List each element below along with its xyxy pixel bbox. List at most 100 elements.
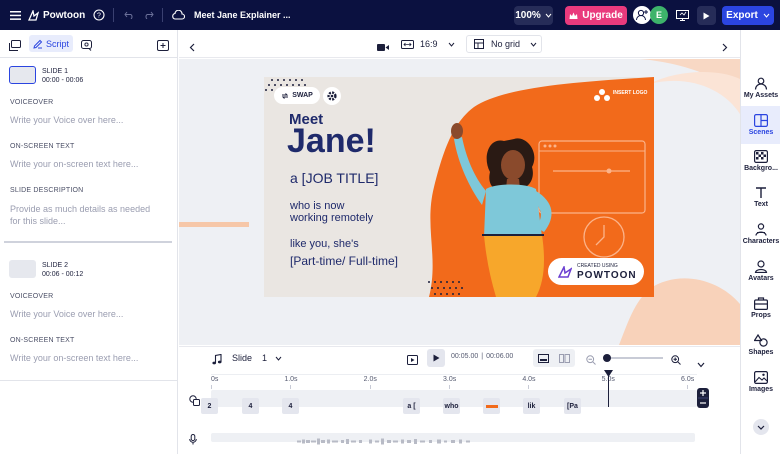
add-slide-icon[interactable] (157, 38, 169, 56)
slide-number-dropdown[interactable]: 1 (256, 350, 288, 366)
ruler-tick-label: 0s (211, 376, 219, 383)
timeline-view-icon[interactable] (538, 353, 549, 363)
microphone-icon[interactable] (189, 432, 197, 450)
tool-text[interactable]: Text (741, 186, 780, 208)
music-icon[interactable] (212, 352, 222, 370)
onscreen-text-input[interactable]: Write your on-screen text here... (10, 158, 170, 170)
help-icon[interactable]: ? (92, 0, 106, 30)
user-add-icon (636, 9, 648, 21)
play-preview-button[interactable] (697, 6, 716, 25)
timeline-element-chip[interactable]: 4 (242, 398, 259, 414)
image-icon (754, 371, 768, 384)
brand-logo[interactable]: Powtoon (28, 0, 88, 30)
chevron-down-icon (545, 13, 552, 18)
ai-assistant-icon[interactable] (81, 38, 93, 56)
timeline-element-chip[interactable]: a [ (403, 398, 420, 414)
tab-script-label: Script (45, 38, 69, 49)
tool-props[interactable]: Props (741, 297, 780, 319)
tool-shapes[interactable]: Shapes (741, 334, 780, 356)
slide-timing-icon[interactable] (407, 352, 418, 370)
shape-element-icon (485, 404, 498, 408)
cloud-save-icon[interactable] (170, 0, 186, 30)
zoom-out-icon[interactable] (586, 352, 596, 370)
zoom-in-icon[interactable] (671, 352, 681, 370)
slide-job-title[interactable]: a [JOB TITLE] (290, 170, 378, 186)
slide-thumbnail[interactable] (9, 260, 36, 278)
ruler-tick-mark (369, 385, 371, 389)
aspect-ratio-dropdown[interactable]: 16:9 (401, 35, 455, 53)
scene-track-icon[interactable] (189, 393, 200, 411)
undo-icon[interactable] (122, 0, 136, 30)
ruler-tick-label: 2.0s (363, 376, 377, 383)
slide-text-line1[interactable]: who is now (290, 200, 344, 212)
tool-label: Images (748, 386, 774, 393)
scroll-down-button[interactable] (753, 419, 769, 435)
slide-settings-button[interactable] (323, 87, 341, 105)
collaborator-avatar[interactable] (633, 6, 651, 24)
timeline-element-chip[interactable] (483, 398, 500, 414)
slide-script-card-1[interactable]: SLIDE 1 00:00 - 00:06 VOICEOVER Write yo… (0, 59, 177, 243)
tool-images[interactable]: Images (741, 371, 780, 393)
onscreen-text-input[interactable]: Write your on-screen text here... (10, 352, 170, 364)
collapse-timeline-icon[interactable] (697, 355, 705, 373)
zoom-slider[interactable] (603, 357, 663, 359)
camera-icon[interactable] (377, 39, 389, 57)
menu-icon[interactable] (6, 0, 24, 30)
project-title[interactable]: Meet Jane Explainer ... (194, 0, 304, 30)
view-toggle[interactable] (533, 349, 575, 367)
slide-description-label: SLIDE DESCRIPTION (10, 187, 84, 194)
tool-label: Avatars (748, 275, 774, 282)
slide-canvas[interactable]: SWAP INSERT LOGO Meet Jane! a [JOB TITLE… (264, 77, 654, 297)
tab-script[interactable]: Script (29, 35, 73, 52)
upgrade-button[interactable]: Upgrade (565, 6, 627, 25)
slides-view-icon[interactable] (9, 38, 21, 56)
voiceover-input[interactable]: Write your Voice over here... (10, 114, 170, 126)
slide-text-line2[interactable]: working remotely (290, 212, 373, 224)
brand-name: Powtoon (43, 9, 86, 21)
slide-heading-name[interactable]: Jane! (287, 124, 376, 158)
timeline-element-chip[interactable]: 2 (201, 398, 218, 414)
playhead-handle-icon[interactable] (603, 370, 613, 377)
track-zoom-control[interactable] (697, 388, 709, 408)
onscreen-text-label: ON-SCREEN TEXT (10, 143, 75, 150)
voiceover-input[interactable]: Write your Voice over here... (10, 308, 170, 320)
resize-icon (401, 39, 414, 49)
timeline-element-chip[interactable]: who (443, 398, 460, 414)
swap-button[interactable]: SWAP (274, 87, 320, 104)
tool-backgrounds[interactable]: Backgro... (741, 150, 780, 172)
total-time: 00:06.00 (486, 353, 514, 360)
timeline-element-chip[interactable]: 4 (282, 398, 299, 414)
zoom-slider-handle[interactable] (603, 354, 611, 362)
collapse-right-icon[interactable] (722, 39, 728, 57)
storyboard-view-icon[interactable] (559, 353, 570, 363)
tool-my-assets[interactable]: My Assets (741, 77, 780, 99)
tool-scenes[interactable]: Scenes (741, 114, 780, 136)
voiceover-track[interactable] (211, 433, 695, 445)
slide-description-input[interactable]: Provide as much details as needed for th… (10, 203, 160, 227)
panel-tabs: Script (0, 30, 177, 58)
onscreen-text-label: ON-SCREEN TEXT (10, 337, 75, 344)
timeline-element-chip[interactable]: lik (523, 398, 540, 414)
tool-characters[interactable]: Characters (741, 223, 780, 245)
present-icon[interactable] (674, 0, 690, 30)
avatar[interactable]: E (650, 6, 668, 24)
slide-text-line3[interactable]: like you, she's (290, 238, 359, 250)
zoom-dropdown[interactable]: 100% (514, 6, 553, 25)
ruler-tick-label: 1.0s (284, 376, 298, 383)
tool-avatars[interactable]: Avatars (741, 260, 780, 282)
collapse-left-icon[interactable] (189, 39, 195, 57)
slide-text-line4[interactable]: [Part-time/ Full-time] (290, 254, 398, 268)
timeline-element-chip[interactable]: [Pa (564, 398, 581, 414)
insert-logo-text[interactable]: INSERT LOGO (613, 90, 647, 96)
slide-script-card-2[interactable]: SLIDE 2 00:06 - 00:12 VOICEOVER Write yo… (0, 254, 177, 382)
current-time: 00:05.00 (451, 353, 479, 360)
export-button[interactable]: Export (722, 6, 774, 25)
text-icon (756, 187, 766, 198)
playhead[interactable] (603, 370, 613, 407)
slide-thumbnail[interactable] (9, 66, 36, 84)
redo-icon[interactable] (141, 0, 155, 30)
created-using-badge[interactable]: CREATED USING POWTOON (548, 258, 644, 285)
grid-dropdown[interactable]: No grid (466, 35, 542, 53)
timeline-play-button[interactable] (427, 349, 445, 367)
avatar-icon (754, 260, 768, 273)
